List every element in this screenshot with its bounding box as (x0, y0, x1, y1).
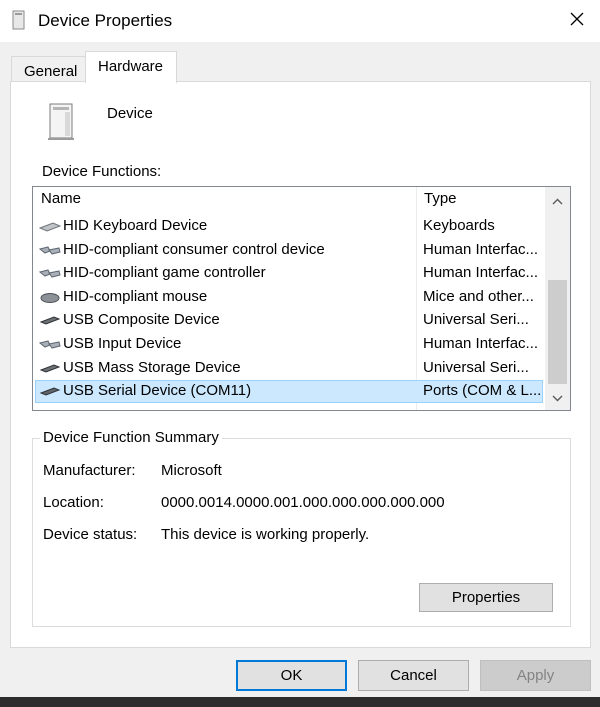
device-function-summary: Device Function Summary Manufacturer: Mi… (32, 429, 571, 627)
mouse-icon (39, 291, 61, 304)
cancel-button[interactable]: Cancel (358, 660, 469, 691)
apply-button[interactable]: Apply (480, 660, 591, 691)
device-name: HID-compliant consumer control device (63, 240, 325, 258)
list-item-selected[interactable]: USB Serial Device (COM11) Ports (COM & L… (33, 380, 544, 404)
device-name: USB Serial Device (COM11) (63, 382, 252, 400)
device-properties-icon (12, 10, 25, 30)
scroll-up-button[interactable] (545, 187, 570, 213)
device-icon (46, 102, 78, 142)
device-status-value: This device is working properly. (161, 526, 370, 543)
device-name: USB Composite Device (63, 311, 220, 329)
scrollbar-thumb[interactable] (548, 280, 567, 384)
list-rows: HID Keyboard Device Keyboards HID-compli… (33, 215, 544, 404)
column-header-name[interactable]: Name (41, 190, 81, 207)
device-type: Human Interfac... (423, 264, 539, 282)
tab-hardware[interactable]: Hardware (85, 51, 177, 83)
manufacturer-label: Manufacturer: (43, 462, 136, 479)
device-name: Device (107, 105, 153, 122)
list-item[interactable]: HID-compliant mouse Mice and other... (33, 286, 544, 310)
device-type: Universal Seri... (423, 311, 529, 329)
device-name: HID-compliant mouse (63, 287, 208, 305)
list-item[interactable]: HID Keyboard Device Keyboards (33, 215, 544, 239)
scroll-down-button[interactable] (545, 384, 570, 410)
hid-icon (38, 244, 61, 257)
device-name: USB Mass Storage Device (63, 358, 241, 376)
device-status-label: Device status: (43, 526, 138, 543)
manufacturer-value: Microsoft (161, 462, 222, 479)
device-name: HID-compliant game controller (63, 264, 266, 282)
properties-button[interactable]: Properties (419, 583, 553, 612)
location-label: Location: (43, 494, 104, 511)
hid-icon (38, 267, 61, 280)
list-item[interactable]: HID-compliant consumer control device Hu… (33, 239, 544, 263)
title-bar: Device Properties (0, 0, 600, 42)
vertical-scrollbar[interactable] (545, 187, 570, 410)
window-title: Device Properties (38, 11, 173, 30)
chevron-down-icon (552, 389, 563, 406)
device-name: HID Keyboard Device (63, 217, 208, 234)
port-icon (39, 385, 61, 398)
usb-icon (39, 362, 61, 375)
device-type: Universal Seri... (423, 358, 529, 376)
close-button[interactable] (554, 0, 600, 42)
list-item[interactable]: USB Input Device Human Interfac... (33, 333, 544, 357)
ok-button[interactable]: OK (236, 660, 347, 691)
device-type: Human Interfac... (423, 334, 539, 352)
column-header-type[interactable]: Type (424, 190, 457, 207)
hardware-panel: Device Device Functions: Name Type HID K… (10, 81, 591, 648)
device-type: Human Interfac... (423, 240, 539, 258)
device-type: Ports (COM & L... (423, 382, 542, 400)
location-value: 0000.0014.0000.001.000.000.000.000.000 (161, 494, 445, 511)
device-functions-label: Device Functions: (42, 163, 162, 180)
keyboard-icon (38, 220, 62, 233)
device-type: Mice and other... (423, 287, 534, 305)
list-header: Name Type (33, 187, 544, 211)
list-item[interactable]: USB Composite Device Universal Seri... (33, 309, 544, 333)
usb-icon (39, 314, 61, 327)
close-icon (570, 12, 584, 30)
device-type: Keyboards (423, 217, 495, 234)
device-functions-list[interactable]: Name Type HID Keyboard Device Keyboards … (32, 186, 571, 411)
chevron-up-icon (552, 192, 563, 209)
list-item[interactable]: HID-compliant game controller Human Inte… (33, 262, 544, 286)
device-name: USB Input Device (63, 334, 182, 352)
hid-icon (38, 338, 61, 351)
list-item[interactable]: USB Mass Storage Device Universal Seri..… (33, 357, 544, 381)
summary-title: Device Function Summary (40, 429, 222, 446)
tab-general[interactable]: General (11, 56, 86, 82)
taskbar-edge (0, 697, 600, 707)
